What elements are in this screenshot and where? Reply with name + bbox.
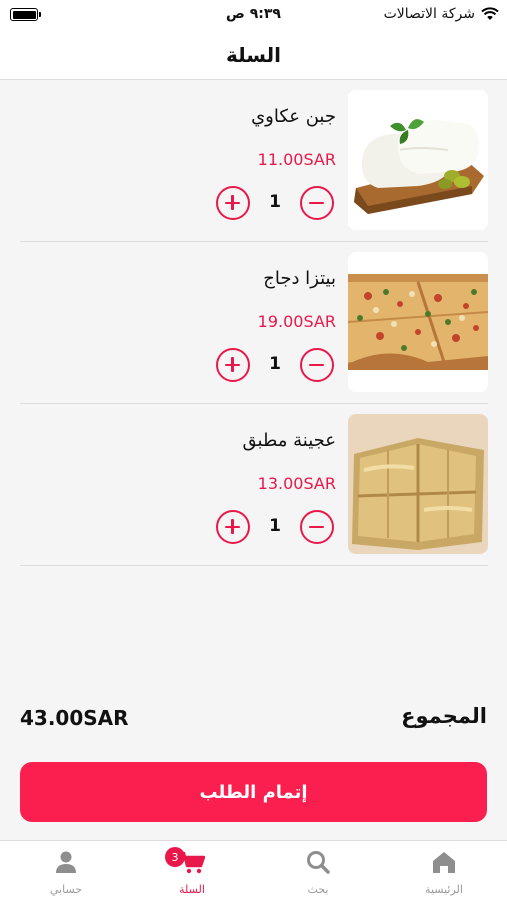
tab-label: السلة [179, 883, 205, 896]
increase-quantity-button[interactable] [216, 348, 250, 382]
increase-quantity-button[interactable] [216, 510, 250, 544]
quantity-stepper: 1 [216, 186, 334, 220]
chicken-pizza-photo [348, 252, 488, 392]
cart-item-akkawi: جبن عكاوي 11.00SAR 1 [20, 80, 488, 242]
status-carrier: شركة الاتصالات [384, 6, 499, 22]
nav-bar: السلة [0, 30, 507, 80]
cart-item-chicken-pizza: بيتزا دجاج 19.00SAR 1 [20, 242, 488, 404]
user-icon [56, 851, 76, 873]
quantity-value: 1 [269, 354, 281, 374]
tab-search[interactable]: بحث [255, 841, 381, 900]
tab-label: بحث [307, 883, 329, 896]
minus-icon [309, 363, 324, 366]
tab-cart[interactable]: 3 السلة [129, 841, 255, 900]
quantity-stepper: 1 [216, 348, 334, 382]
tab-home[interactable]: الرئيسية [381, 841, 507, 900]
home-icon [433, 852, 455, 873]
mutabbaq-pastry-photo [348, 414, 488, 554]
item-name: عجينة مطبق [242, 430, 336, 451]
akkawi-cheese-photo [348, 90, 488, 230]
page-title: السلة [225, 42, 281, 67]
search-icon [307, 851, 330, 874]
item-name: جبن عكاوي [251, 106, 336, 127]
cart-item-mutabbaq: عجينة مطبق 13.00SAR 1 [20, 404, 488, 566]
decrease-quantity-button[interactable] [300, 510, 334, 544]
cart-count-badge: 3 [165, 847, 185, 867]
tab-label: الرئيسية [425, 883, 463, 896]
item-name: بيتزا دجاج [263, 268, 336, 289]
tab-account[interactable]: حسابي [3, 841, 129, 900]
wifi-icon [481, 7, 499, 20]
total-value: 43.00SAR [20, 706, 129, 730]
decrease-quantity-button[interactable] [300, 348, 334, 382]
increase-quantity-button[interactable] [216, 186, 250, 220]
status-bar: ٩:٣٩ ص شركة الاتصالات [0, 0, 507, 30]
checkout-button[interactable]: إتمام الطلب [20, 762, 487, 822]
total-label: المجموع [401, 704, 487, 728]
tab-label: حسابي [49, 883, 83, 896]
quantity-stepper: 1 [216, 510, 334, 544]
item-price: 19.00SAR [257, 312, 336, 331]
decrease-quantity-button[interactable] [300, 186, 334, 220]
item-price: 11.00SAR [257, 150, 336, 169]
minus-icon [309, 201, 324, 204]
minus-icon [309, 525, 324, 528]
tab-bar: الرئيسية بحث 3 السلة حسابي [0, 840, 507, 900]
quantity-value: 1 [269, 516, 281, 536]
item-price: 13.00SAR [257, 474, 336, 493]
carrier-name: شركة الاتصالات [383, 6, 475, 22]
total-row: المجموع 43.00SAR [20, 704, 487, 738]
quantity-value: 1 [269, 192, 281, 212]
